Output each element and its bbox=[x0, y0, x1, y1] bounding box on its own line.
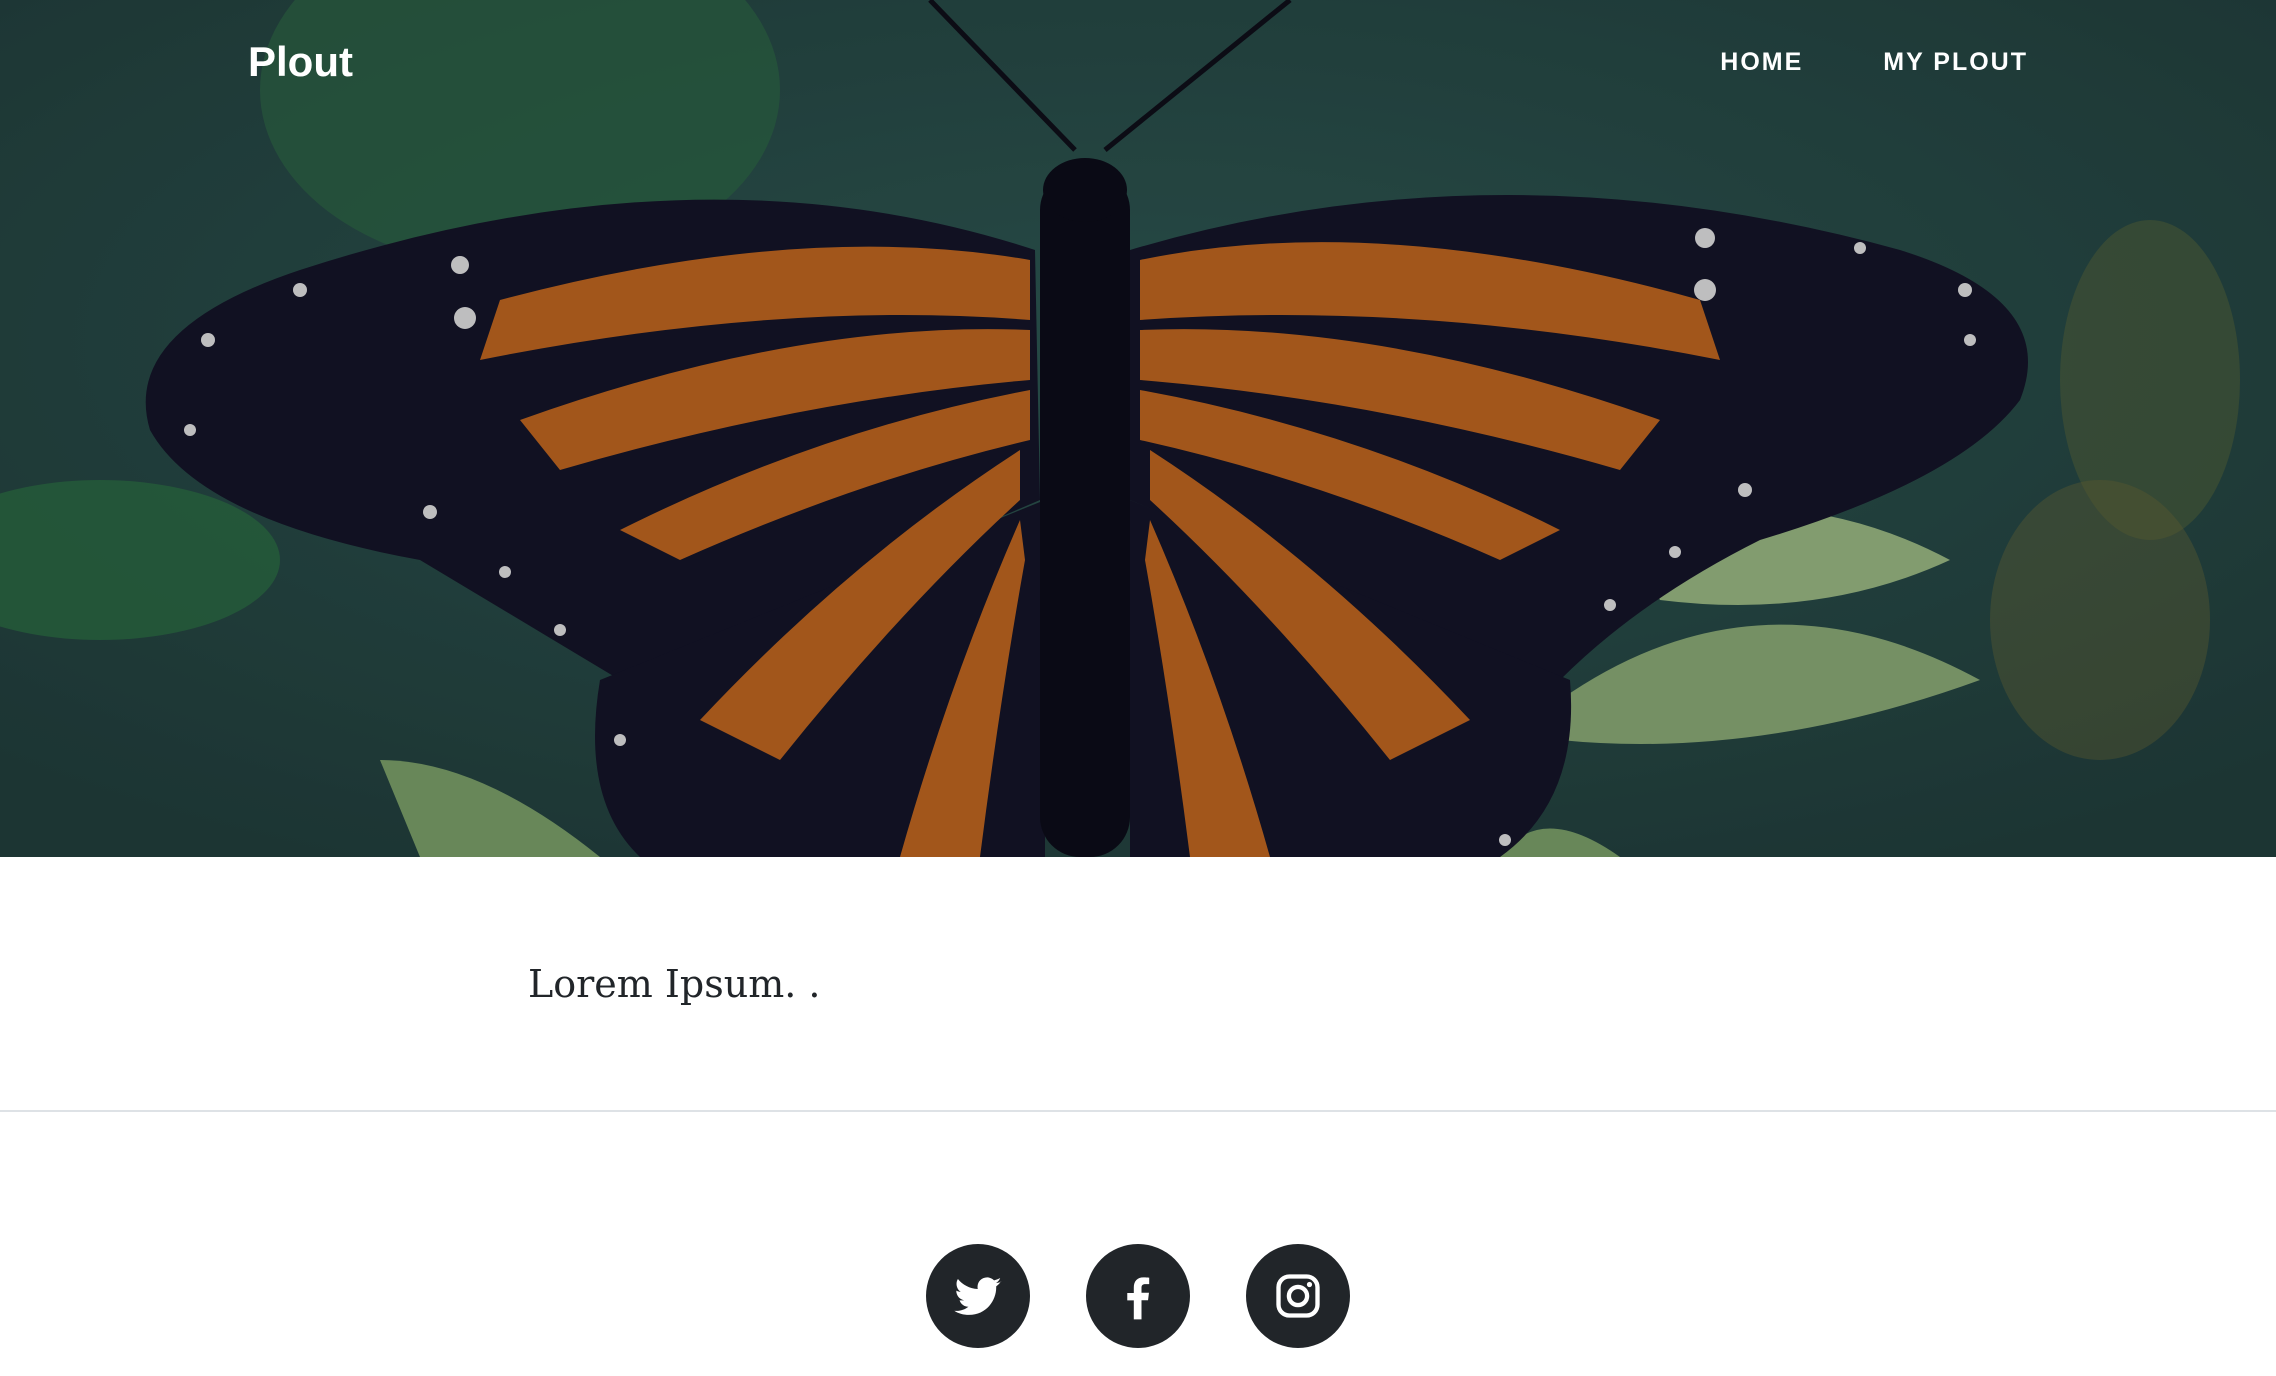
hero-overlay bbox=[0, 0, 2276, 857]
twitter-icon bbox=[954, 1277, 1002, 1315]
facebook-icon bbox=[1127, 1277, 1150, 1320]
post-body-text: Lorem Ipsum. . bbox=[528, 962, 821, 1006]
facebook-button[interactable] bbox=[1086, 1244, 1190, 1348]
twitter-button[interactable] bbox=[926, 1244, 1030, 1348]
brand-logo[interactable]: Plout bbox=[248, 38, 353, 86]
nav-item-my-plout[interactable]: MY PLOUT bbox=[1883, 48, 2028, 77]
nav-item-home[interactable]: HOME bbox=[1720, 48, 1803, 77]
instagram-icon bbox=[1276, 1274, 1320, 1318]
instagram-button[interactable] bbox=[1246, 1244, 1350, 1348]
main-nav: HOME MY PLOUT bbox=[1720, 48, 2028, 77]
social-links bbox=[926, 1244, 1350, 1348]
hero-header: Plout HOME MY PLOUT bbox=[0, 0, 2276, 857]
post-content bbox=[0, 857, 2276, 1112]
